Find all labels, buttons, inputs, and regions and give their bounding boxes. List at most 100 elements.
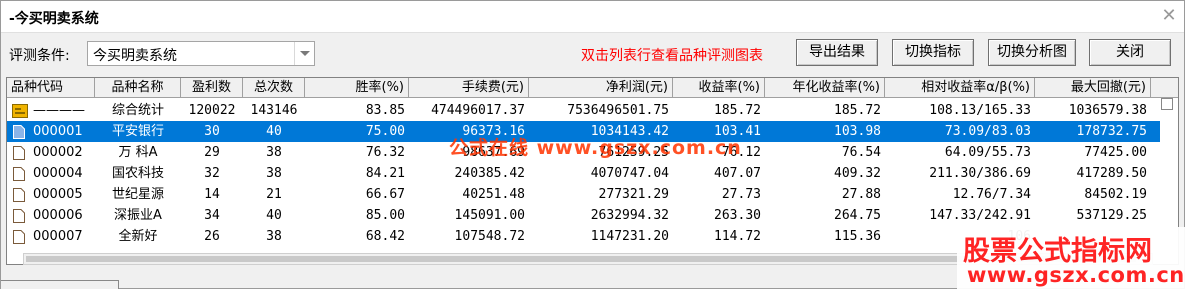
switch-chart-button[interactable]: 切换分析图 bbox=[988, 39, 1076, 66]
document-icon bbox=[12, 145, 26, 161]
summary-icon bbox=[12, 103, 28, 119]
cell-total: 21 bbox=[266, 187, 282, 202]
condition-label: 评测条件: bbox=[9, 48, 70, 64]
header-win-rate[interactable]: 胜率(%) bbox=[305, 78, 409, 98]
row-checkbox[interactable] bbox=[1161, 98, 1173, 110]
table-row[interactable]: 000005 世纪星源 14 21 66.67 40251.48 277321.29 27.7… bbox=[7, 184, 1160, 205]
cell-relative: 147.33/242.91 bbox=[929, 208, 1031, 223]
close-button[interactable]: 关闭 bbox=[1089, 39, 1171, 66]
cell-relative: 12.76/7.34 bbox=[952, 187, 1031, 202]
cell-code: 000002 bbox=[33, 145, 83, 160]
cell-win-rate: 76.32 bbox=[365, 145, 405, 160]
cell-wins: 34 bbox=[204, 208, 220, 223]
cell-code: ———— bbox=[33, 103, 85, 118]
close-icon[interactable]: ✕ bbox=[1160, 7, 1178, 25]
cell-relative: 73.09/83.03 bbox=[944, 124, 1031, 139]
header-total[interactable]: 总次数 bbox=[243, 78, 305, 98]
cell-return: 185.72 bbox=[714, 103, 761, 118]
cell-win-rate: 75.00 bbox=[365, 124, 405, 139]
cell-net-profit: 277321.29 bbox=[598, 187, 669, 202]
cell-total: 143146 bbox=[250, 103, 298, 118]
cell-annual: 76.54 bbox=[841, 145, 881, 160]
watermark-badge: 股票公式指标网 www.gszx.com.cn bbox=[957, 227, 1185, 289]
table-row[interactable]: 000006 深振业A 34 40 85.00 145091.00 2632994.32 26… bbox=[7, 205, 1160, 226]
table-header: 品种代码 品种名称 盈利数 总次数 胜率(%) 手续费(元) 净利润(元) 收益… bbox=[7, 78, 1178, 98]
cell-name: 世纪星源 bbox=[111, 187, 164, 202]
cell-total: 40 bbox=[266, 124, 282, 139]
cell-win-rate: 84.21 bbox=[365, 166, 405, 181]
header-wins[interactable]: 盈利数 bbox=[181, 78, 243, 98]
cell-net-profit: 1147231.20 bbox=[590, 229, 669, 244]
cell-name: 深振业A bbox=[114, 208, 162, 223]
cell-total: 38 bbox=[266, 145, 282, 160]
switch-indicator-button[interactable]: 切换指标 bbox=[892, 39, 974, 66]
toolbar: 评测条件: 今买明卖系统 双击列表行查看品种评测图表 导出结果 切换指标 切换分… bbox=[1, 34, 1184, 74]
cell-drawdown: 537129.25 bbox=[1076, 208, 1147, 223]
cell-annual: 103.98 bbox=[834, 124, 881, 139]
cell-win-rate: 85.00 bbox=[365, 208, 405, 223]
cell-relative: 64.09/55.73 bbox=[944, 145, 1031, 160]
cell-drawdown: 178732.75 bbox=[1076, 124, 1147, 139]
cell-win-rate: 83.85 bbox=[365, 103, 405, 118]
cell-name: 全新好 bbox=[118, 229, 158, 244]
cell-annual: 27.88 bbox=[841, 187, 881, 202]
export-button[interactable]: 导出结果 bbox=[796, 39, 878, 66]
chevron-down-icon[interactable] bbox=[294, 42, 314, 65]
cell-fee: 145091.00 bbox=[454, 208, 525, 223]
cell-annual: 185.72 bbox=[834, 103, 881, 118]
cell-drawdown: 1036579.38 bbox=[1068, 103, 1147, 118]
cell-annual: 115.36 bbox=[834, 229, 881, 244]
cell-net-profit: 2632994.32 bbox=[590, 208, 669, 223]
cell-drawdown: 417289.50 bbox=[1076, 166, 1147, 181]
header-fee[interactable]: 手续费(元) bbox=[409, 78, 529, 98]
cell-total: 38 bbox=[266, 166, 282, 181]
header-net-profit[interactable]: 净利润(元) bbox=[529, 78, 673, 98]
cell-code: 000005 bbox=[33, 187, 83, 202]
cell-fee: 240385.42 bbox=[454, 166, 525, 181]
cell-drawdown: 84502.19 bbox=[1084, 187, 1147, 202]
condition-select-value: 今买明卖系统 bbox=[93, 48, 177, 64]
hint-text: 双击列表行查看品种评测图表 bbox=[581, 48, 763, 64]
cell-wins: 26 bbox=[204, 229, 220, 244]
header-return[interactable]: 收益率(%) bbox=[673, 78, 765, 98]
cell-return: 27.73 bbox=[721, 187, 761, 202]
cell-win-rate: 66.67 bbox=[365, 187, 405, 202]
cell-net-profit: 4070747.04 bbox=[590, 166, 669, 181]
cell-wins: 120022 bbox=[188, 103, 236, 118]
cell-net-profit: 7536496501.75 bbox=[567, 103, 669, 118]
cell-name: 国农科技 bbox=[111, 166, 164, 181]
watermark-text: 公式在线 www.gszx.com.cn bbox=[449, 137, 742, 159]
title-bar: -今买明卖系统 ✕ bbox=[1, 1, 1184, 33]
cell-return: 263.30 bbox=[714, 208, 761, 223]
cell-return: 114.72 bbox=[714, 229, 761, 244]
cell-fee: 107548.72 bbox=[454, 229, 525, 244]
document-icon bbox=[12, 166, 26, 182]
evaluation-window: -今买明卖系统 ✕ 评测条件: 今买明卖系统 双击列表行查看品种评测图表 导出结… bbox=[0, 0, 1185, 289]
header-max-drawdown[interactable]: 最大回撤(元) bbox=[1035, 78, 1151, 98]
bottom-tab[interactable] bbox=[1, 280, 119, 289]
header-relative-return[interactable]: 相对收益率α/β(%) bbox=[885, 78, 1035, 98]
cell-wins: 30 bbox=[204, 124, 220, 139]
cell-drawdown: 77425.00 bbox=[1084, 145, 1147, 160]
cell-relative: 108.13/165.33 bbox=[929, 103, 1031, 118]
cell-return: 407.07 bbox=[714, 166, 761, 181]
header-annual-return[interactable]: 年化收益率(%) bbox=[765, 78, 885, 98]
cell-name: 万 科A bbox=[118, 145, 158, 160]
document-icon bbox=[12, 187, 26, 203]
watermark-badge-url: www.gszx.com.cn bbox=[967, 263, 1185, 287]
condition-select[interactable]: 今买明卖系统 bbox=[87, 41, 315, 66]
cell-wins: 14 bbox=[204, 187, 220, 202]
header-name[interactable]: 品种名称 bbox=[95, 78, 181, 98]
table-row[interactable]: ———— 综合统计 120022 143146 83.85 474496017.37 753… bbox=[7, 100, 1160, 121]
document-icon bbox=[12, 208, 26, 224]
cell-total: 38 bbox=[266, 229, 282, 244]
header-code[interactable]: 品种代码 bbox=[7, 78, 95, 98]
document-icon bbox=[12, 229, 26, 245]
cell-total: 40 bbox=[266, 208, 282, 223]
cell-relative: 211.30/386.69 bbox=[929, 166, 1031, 181]
cell-wins: 32 bbox=[204, 166, 220, 181]
window-title: -今买明卖系统 bbox=[9, 11, 99, 27]
cell-code: 000001 bbox=[33, 124, 83, 139]
cell-code: 000006 bbox=[33, 208, 83, 223]
table-row[interactable]: 000004 国农科技 32 38 84.21 240385.42 4070747.04 40… bbox=[7, 163, 1160, 184]
